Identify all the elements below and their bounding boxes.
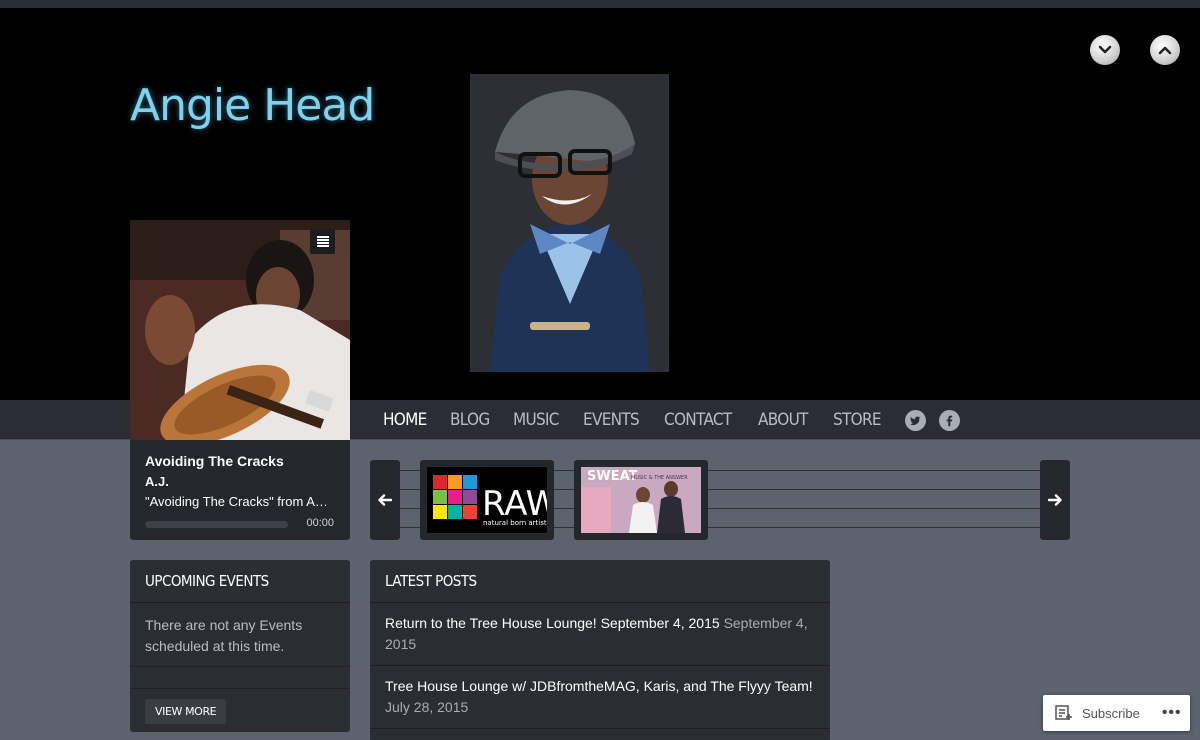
main-nav: HOME BLOG MUSIC EVENTS CONTACT ABOUT STO… <box>383 400 973 440</box>
subscribe-button[interactable]: Subscribe <box>1082 706 1140 721</box>
expand-header-button[interactable] <box>1150 35 1180 65</box>
magazine-subtitle-text: MUSIC & THE ANSWER <box>631 475 688 481</box>
track-artist: A.J. <box>145 474 169 489</box>
arrow-right-icon <box>1048 494 1062 506</box>
nav-contact[interactable]: CONTACT <box>664 410 732 430</box>
player-album-art <box>130 220 350 440</box>
carousel-item-magazine[interactable]: SWEAT MUSIC & THE ANSWER <box>574 460 708 540</box>
arrow-left-icon <box>378 494 392 506</box>
post-date: July 28, 2015 <box>385 699 469 715</box>
post-item: Tree House Lounge w/ JDBfromtheMAG, Kari… <box>370 666 830 729</box>
post-title-link[interactable]: Tree House Lounge w/ JDBfromtheMAG, Kari… <box>385 678 813 694</box>
widget-divider <box>130 667 350 689</box>
latest-posts-heading: LATEST POSTS <box>385 572 477 590</box>
widget-header: UPCOMING EVENTS <box>130 560 350 603</box>
nav-store[interactable]: STORE <box>833 410 882 430</box>
subscribe-reader-icon <box>1055 705 1072 720</box>
playlist-menu-icon <box>316 236 329 247</box>
nav-home[interactable]: HOME <box>383 410 427 430</box>
chevron-up-icon <box>1158 46 1172 55</box>
post-title-link[interactable]: Return to the Tree House Lounge! Septemb… <box>385 615 720 631</box>
track-title[interactable]: Avoiding The Cracks <box>145 453 335 469</box>
widget-header: LATEST POSTS <box>370 560 830 603</box>
more-options-button[interactable]: ••• <box>1162 704 1182 722</box>
post-item: Return to the Tree House Lounge! Septemb… <box>370 603 830 666</box>
raw-logo-text: RAW <box>482 484 547 524</box>
raw-logo-image: RAW natural born artists <box>427 467 559 533</box>
top-strip <box>0 0 1200 8</box>
carousel-item-raw[interactable]: RAW natural born artists <box>420 460 559 540</box>
subscribe-widget: Subscribe ••• <box>1043 695 1190 731</box>
view-more-button[interactable]: VIEW MORE <box>145 699 227 724</box>
music-player: Avoiding The Cracks A.J. "Avoiding The C… <box>130 440 350 540</box>
latest-posts-widget: LATEST POSTS Return to the Tree House Lo… <box>370 560 830 740</box>
track-time: 00:00 <box>306 517 334 529</box>
nav-about[interactable]: ABOUT <box>758 410 808 430</box>
twitter-icon[interactable] <box>904 409 926 431</box>
chevron-down-icon <box>1098 45 1112 54</box>
upcoming-events-widget: UPCOMING EVENTS There are not any Events… <box>130 560 350 732</box>
carousel-prev-button[interactable] <box>370 460 400 540</box>
nav-blog[interactable]: BLOG <box>450 410 490 430</box>
track-subtitle: "Avoiding The Cracks" from A… <box>145 494 328 509</box>
collapse-header-button[interactable] <box>1090 35 1120 65</box>
magazine-cover-image: SWEAT MUSIC & THE ANSWER <box>581 467 701 533</box>
facebook-icon[interactable] <box>938 409 960 431</box>
player-menu-button[interactable] <box>310 229 335 254</box>
track-progress-bar[interactable] <box>145 521 288 528</box>
events-empty-message: There are not any Events scheduled at th… <box>130 603 350 667</box>
raw-logo-subtext: natural born artists <box>483 519 547 527</box>
header-portrait-image <box>470 74 669 372</box>
upcoming-events-heading: UPCOMING EVENTS <box>145 572 269 590</box>
nav-events[interactable]: EVENTS <box>583 410 640 430</box>
featured-carousel: RAW natural born artists SWEAT MUSIC & T… <box>370 460 1070 540</box>
nav-music[interactable]: MUSIC <box>513 410 559 430</box>
site-logo[interactable]: Angie Head <box>130 80 375 131</box>
carousel-next-button[interactable] <box>1040 460 1070 540</box>
